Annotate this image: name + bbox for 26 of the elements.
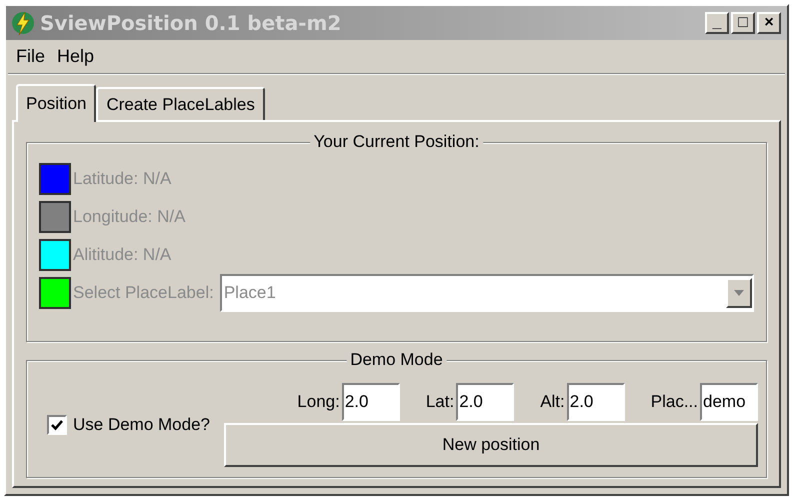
field-label: Lat: <box>426 391 454 414</box>
tab[interactable]: Create PlaceLables <box>96 87 265 120</box>
coordinate-field[interactable]: 2.0 <box>342 383 400 421</box>
checkbox[interactable] <box>47 415 67 435</box>
coordinate-field[interactable]: 2.0 <box>456 383 514 421</box>
close-button[interactable]: × <box>757 12 781 34</box>
maximize-button[interactable]: □ <box>731 12 755 34</box>
field-label: Long: <box>297 391 340 414</box>
position-label: Alititude: N/A <box>73 244 172 266</box>
minimize-button[interactable]: _ <box>705 12 729 34</box>
coordinate-field[interactable]: 2.0 <box>566 383 625 421</box>
position-label: Longitude: N/A <box>73 206 186 228</box>
new-position-button[interactable]: New position <box>224 423 758 467</box>
coordinate-field[interactable]: demo <box>700 383 758 421</box>
dropdown-arrow-icon <box>734 290 744 296</box>
check-icon <box>51 419 63 431</box>
menu-item[interactable]: File <box>10 42 52 70</box>
menu-item[interactable]: Help <box>51 42 100 70</box>
field-label: Alt: <box>540 391 565 414</box>
field-label: Plac... <box>650 391 698 414</box>
tab[interactable]: Position <box>16 84 96 122</box>
checkbox-label: Use Demo Mode? <box>73 414 210 436</box>
position-label: Latitude: N/A <box>73 168 172 190</box>
position-label: Select PlaceLabel: <box>73 282 214 304</box>
window-title: SviewPosition 0.1 beta-m2 <box>40 10 342 37</box>
globe-lightning-icon <box>10 10 36 36</box>
